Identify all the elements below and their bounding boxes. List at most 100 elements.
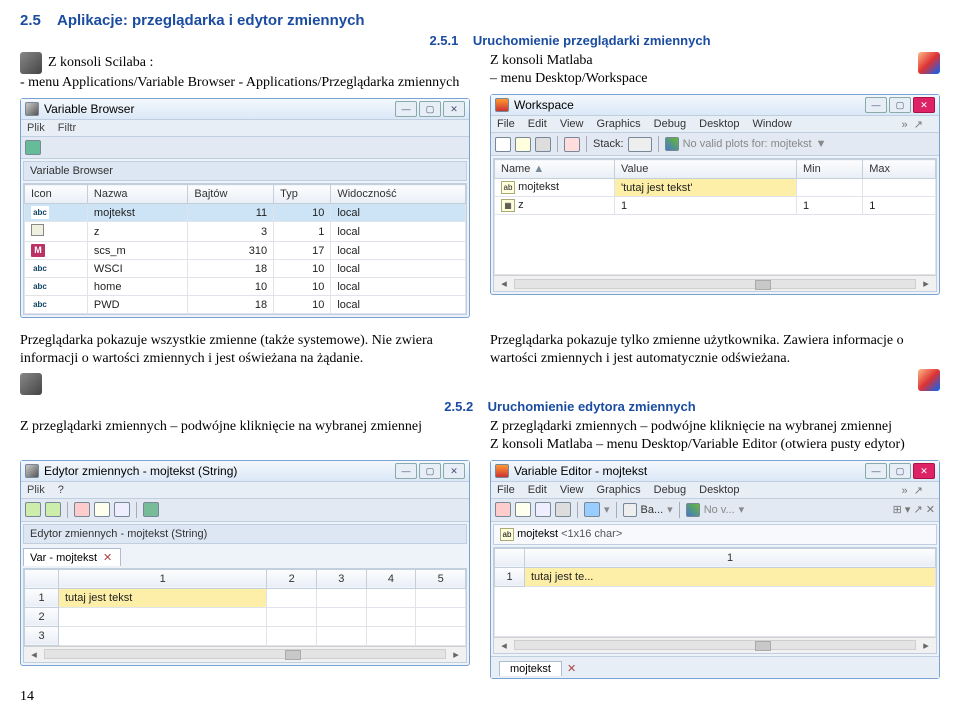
menu-help[interactable]: ?	[58, 484, 64, 496]
grid-row[interactable]: 2	[25, 607, 466, 626]
menu-edit[interactable]: Edit	[528, 484, 547, 496]
col-value[interactable]: Value	[615, 160, 797, 179]
menu-file[interactable]: File	[497, 484, 515, 496]
col-max[interactable]: Max	[863, 160, 936, 179]
row-3-header: 3	[25, 626, 59, 645]
cut-icon[interactable]	[74, 502, 90, 517]
new-icon[interactable]	[495, 137, 511, 152]
col-1[interactable]: 1	[525, 548, 936, 567]
table-row[interactable]: abc mojtekst 11 10 local	[25, 204, 466, 222]
tab-mojtekst[interactable]: mojtekst	[499, 661, 562, 676]
table-row[interactable]: abc PWD 18 10 local	[25, 296, 466, 314]
minimize-button[interactable]: —	[865, 463, 887, 479]
copy-icon[interactable]	[94, 502, 110, 517]
delete-icon[interactable]	[564, 137, 580, 152]
col-4[interactable]: 4	[366, 569, 416, 588]
tab-var-name[interactable]: mojtekst	[517, 528, 558, 540]
window-title: Variable Editor - mojtekst	[514, 464, 647, 478]
menu-plik[interactable]: Plik	[27, 122, 45, 134]
col-name[interactable]: Name ▲	[495, 160, 615, 179]
menu-view[interactable]: View	[560, 484, 584, 496]
close-tab-icon[interactable]: ✕	[103, 552, 112, 564]
col-min[interactable]: Min	[796, 160, 862, 179]
menu-graphics[interactable]: Graphics	[597, 118, 641, 130]
window-title: Variable Browser	[44, 102, 134, 116]
menu-graphics[interactable]: Graphics	[597, 484, 641, 496]
plot-icon[interactable]	[665, 137, 679, 151]
horizontal-scrollbar[interactable]: ◂▸	[494, 637, 936, 653]
table-row[interactable]: M scs_m 310 17 local	[25, 242, 466, 260]
stack-icon[interactable]	[623, 503, 637, 517]
col-1[interactable]: 1	[59, 569, 267, 588]
menu-debug[interactable]: Debug	[654, 484, 686, 496]
maximize-button[interactable]: ▢	[889, 97, 911, 113]
col-typ[interactable]: Typ	[274, 185, 331, 204]
plot-drop[interactable]: No v...	[704, 504, 735, 516]
maximize-button[interactable]: ▢	[419, 463, 441, 479]
close-button[interactable]: ✕	[913, 463, 935, 479]
grid-icon[interactable]	[584, 502, 600, 517]
cell-1-1[interactable]: tutaj jest tekst	[59, 588, 267, 607]
table-row[interactable]: z 3 1 local	[25, 222, 466, 242]
menu-filtr[interactable]: Filtr	[58, 122, 76, 134]
menu-debug[interactable]: Debug	[654, 118, 686, 130]
menu-window[interactable]: Window	[753, 118, 792, 130]
stack-label: Stack:	[593, 138, 624, 150]
scilab-console-head: Z konsoli Scilaba :	[48, 54, 153, 72]
window-title: Workspace	[514, 98, 574, 112]
close-tab-icon[interactable]: ✕	[567, 663, 576, 675]
close-button[interactable]: ✕	[443, 463, 465, 479]
menu-edit[interactable]: Edit	[528, 118, 547, 130]
variable-tab[interactable]: Var - mojtekst✕	[23, 548, 121, 566]
print-icon[interactable]	[535, 137, 551, 152]
col-bajtow[interactable]: Bajtów	[188, 185, 274, 204]
close-button[interactable]: ✕	[913, 97, 935, 113]
col-icon[interactable]: Icon	[25, 185, 88, 204]
refresh-icon[interactable]	[143, 502, 159, 517]
redo-icon[interactable]	[45, 502, 61, 517]
col-nazwa[interactable]: Nazwa	[87, 185, 187, 204]
open-icon[interactable]	[515, 137, 531, 152]
cell-1-1[interactable]: tutaj jest te...	[525, 567, 936, 586]
dock-icon[interactable]: ⊞ ▾ ↗ ✕	[893, 503, 935, 516]
table-row[interactable]: ab mojtekst 'tutaj jest tekst'	[495, 179, 936, 197]
table-row[interactable]: abc home 10 10 local	[25, 278, 466, 296]
menu-desktop[interactable]: Desktop	[699, 118, 739, 130]
cut-icon[interactable]	[495, 502, 511, 517]
grid-row[interactable]: 1 tutaj jest tekst	[25, 588, 466, 607]
table-row[interactable]: abc WSCI 18 10 local	[25, 260, 466, 278]
var-dimensions: <1x16 char>	[561, 528, 622, 540]
col-2[interactable]: 2	[267, 569, 317, 588]
col-widocznosc[interactable]: Widoczność	[331, 185, 466, 204]
paste-icon[interactable]	[535, 502, 551, 517]
refresh-icon[interactable]	[25, 140, 41, 155]
col-3[interactable]: 3	[317, 569, 367, 588]
horizontal-scrollbar[interactable]: ◂▸	[494, 275, 936, 291]
horizontal-scrollbar[interactable]: ◂▸	[24, 646, 466, 662]
menu-plik[interactable]: Plik	[27, 484, 45, 496]
copy-icon[interactable]	[515, 502, 531, 517]
scilab-dblclick-note: Z przeglądarki zmiennych – podwójne klik…	[20, 418, 470, 454]
panel-title: Variable Browser	[23, 161, 467, 181]
maximize-button[interactable]: ▢	[419, 101, 441, 117]
paste-icon[interactable]	[114, 502, 130, 517]
plot-icon[interactable]	[686, 503, 700, 517]
close-button[interactable]: ✕	[443, 101, 465, 117]
print-icon[interactable]	[555, 502, 571, 517]
stack-dropdown[interactable]	[628, 137, 652, 152]
app-icon	[495, 464, 509, 478]
menu-desktop[interactable]: Desktop	[699, 484, 739, 496]
col-5[interactable]: 5	[416, 569, 466, 588]
table-row[interactable]: ▦ z 1 1 1	[495, 197, 936, 215]
minimize-button[interactable]: —	[865, 97, 887, 113]
minimize-button[interactable]: —	[395, 463, 417, 479]
menu-view[interactable]: View	[560, 118, 584, 130]
grid-row[interactable]: 3	[25, 626, 466, 645]
scilab-icon	[20, 373, 42, 395]
minimize-button[interactable]: —	[395, 101, 417, 117]
grid-row[interactable]: 1 tutaj jest te...	[495, 567, 936, 586]
maximize-button[interactable]: ▢	[889, 463, 911, 479]
undo-icon[interactable]	[25, 502, 41, 517]
menu-file[interactable]: File	[497, 118, 515, 130]
stack-drop[interactable]: Ba...	[641, 504, 664, 516]
